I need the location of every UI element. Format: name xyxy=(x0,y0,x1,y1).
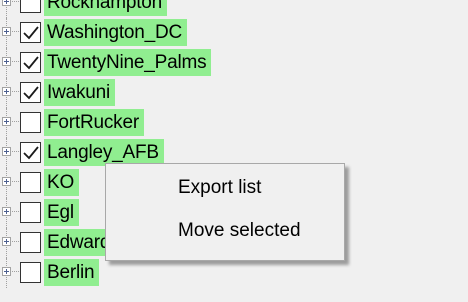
checkmark-icon xyxy=(23,86,39,100)
expand-plus-icon[interactable] xyxy=(2,237,11,246)
node-checkbox[interactable] xyxy=(20,82,41,103)
expand-plus-icon[interactable] xyxy=(2,177,11,186)
expand-plus-icon[interactable] xyxy=(2,0,11,6)
node-label[interactable]: KO xyxy=(44,169,80,196)
node-checkbox[interactable] xyxy=(20,52,41,73)
expand-plus-icon[interactable] xyxy=(2,147,11,156)
node-label[interactable]: Berlin xyxy=(44,259,100,286)
tree-node[interactable]: Berlin xyxy=(0,258,468,288)
node-label[interactable]: Rockhampton xyxy=(44,0,168,16)
tree-node[interactable]: TwentyNine_Palms xyxy=(0,48,468,78)
node-checkbox[interactable] xyxy=(20,172,41,193)
node-label[interactable]: Iwakuni xyxy=(44,79,116,106)
checkmark-icon xyxy=(23,56,39,70)
tree-node[interactable]: Iwakuni xyxy=(0,78,468,108)
menu-item-export-list[interactable]: Export list xyxy=(178,173,261,203)
tree-node[interactable]: FortRucker xyxy=(0,108,468,138)
node-label[interactable]: Langley_AFB xyxy=(44,139,164,166)
expand-plus-icon[interactable] xyxy=(2,87,11,96)
node-label[interactable]: Egl xyxy=(44,199,79,226)
checkmark-icon xyxy=(23,26,39,40)
node-checkbox[interactable] xyxy=(20,0,41,13)
node-checkbox[interactable] xyxy=(20,112,41,133)
expand-plus-icon[interactable] xyxy=(2,27,11,36)
node-checkbox[interactable] xyxy=(20,22,41,43)
checkmark-icon xyxy=(23,146,39,160)
tree-node[interactable]: Washington_DC xyxy=(0,18,468,48)
node-checkbox[interactable] xyxy=(20,262,41,283)
expand-plus-icon[interactable] xyxy=(2,207,11,216)
expand-plus-icon[interactable] xyxy=(2,57,11,66)
expand-plus-icon[interactable] xyxy=(2,267,11,276)
menu-item-move-selected[interactable]: Move selected xyxy=(178,216,301,246)
node-checkbox[interactable] xyxy=(20,232,41,253)
node-label[interactable]: TwentyNine_Palms xyxy=(44,49,212,76)
node-checkbox[interactable] xyxy=(20,202,41,223)
node-label[interactable]: FortRucker xyxy=(44,109,144,136)
tree-node[interactable]: Rockhampton xyxy=(0,0,468,18)
node-label[interactable]: Washington_DC xyxy=(44,19,188,46)
expand-plus-icon[interactable] xyxy=(2,117,11,126)
context-menu: Export list Move selected xyxy=(105,163,345,261)
node-checkbox[interactable] xyxy=(20,142,41,163)
